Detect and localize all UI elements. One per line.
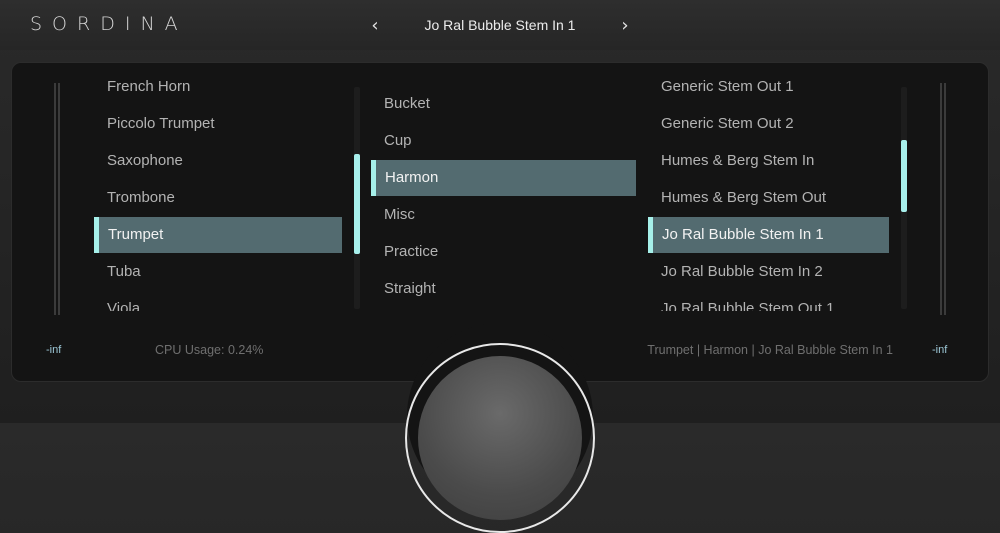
stems-item[interactable]: Jo Ral Bubble Stem Out 1 bbox=[648, 291, 889, 311]
output-level-readout: -inf bbox=[932, 344, 948, 356]
instruments-item[interactable]: Saxophone bbox=[94, 143, 342, 179]
chevron-left-icon[interactable]: ‹ bbox=[360, 10, 390, 40]
instrument-list[interactable]: French Horn Piccolo Trumpet Saxophone Tromb… bbox=[94, 63, 342, 311]
instruments-item[interactable]: Tuba bbox=[94, 254, 342, 290]
mute-model-scroll-thumb[interactable] bbox=[901, 139, 907, 212]
instrument-scrollbar[interactable] bbox=[354, 87, 360, 309]
stems-item[interactable]: Generic Stem Out 1 bbox=[648, 69, 889, 105]
stems-item[interactable]: Jo Ral Bubble Stem In 2 bbox=[648, 254, 889, 290]
mutes-item[interactable]: Cup bbox=[371, 123, 636, 159]
stems-item[interactable]: Generic Stem Out 2 bbox=[648, 106, 889, 142]
main-knob[interactable] bbox=[418, 356, 582, 520]
stems-item[interactable]: Humes & Berg Stem In bbox=[648, 143, 889, 179]
instrument-scroll-thumb[interactable] bbox=[354, 154, 360, 255]
chevron-right-icon[interactable]: › bbox=[610, 10, 640, 40]
instruments-item[interactable]: Trombone bbox=[94, 180, 342, 216]
stems-item[interactable]: Jo Ral Bubble Stem In 1 bbox=[648, 217, 889, 253]
top-bar: SORDINA ‹ Jo Ral Bubble Stem In 1 › bbox=[0, 0, 1000, 50]
mute-model-list[interactable]: Generic Stem Out 1 Generic Stem Out 2 Hume… bbox=[648, 63, 889, 311]
output-level-meter bbox=[940, 83, 946, 315]
preset-navigator: ‹ Jo Ral Bubble Stem In 1 › bbox=[360, 10, 640, 40]
mute-model-scrollbar[interactable] bbox=[901, 87, 907, 309]
mutes-item[interactable]: Bucket bbox=[371, 86, 636, 122]
instruments-item[interactable]: Piccolo Trumpet bbox=[94, 106, 342, 142]
input-level-meter bbox=[54, 83, 60, 315]
mutes-item[interactable]: Straight bbox=[371, 271, 636, 307]
signal-path: Trumpet | Harmon | Jo Ral Bubble Stem In… bbox=[647, 343, 893, 357]
cpu-usage: CPU Usage: 0.24% bbox=[155, 343, 264, 357]
instruments-item[interactable]: Viola bbox=[94, 291, 342, 311]
input-level-readout: -inf bbox=[46, 344, 62, 356]
mutes-item[interactable]: Practice bbox=[371, 234, 636, 270]
preset-name[interactable]: Jo Ral Bubble Stem In 1 bbox=[425, 17, 576, 33]
instruments-item[interactable]: Trumpet bbox=[94, 217, 342, 253]
mute-type-list[interactable]: Bucket Cup Harmon Misc Practice Straight bbox=[371, 63, 636, 311]
mutes-item[interactable]: Harmon bbox=[371, 160, 636, 196]
stems-item[interactable]: Humes & Berg Stem Out bbox=[648, 180, 889, 216]
instruments-item[interactable]: French Horn bbox=[94, 69, 342, 105]
mutes-item[interactable]: Misc bbox=[371, 197, 636, 233]
app-logo: SORDINA bbox=[30, 13, 188, 35]
